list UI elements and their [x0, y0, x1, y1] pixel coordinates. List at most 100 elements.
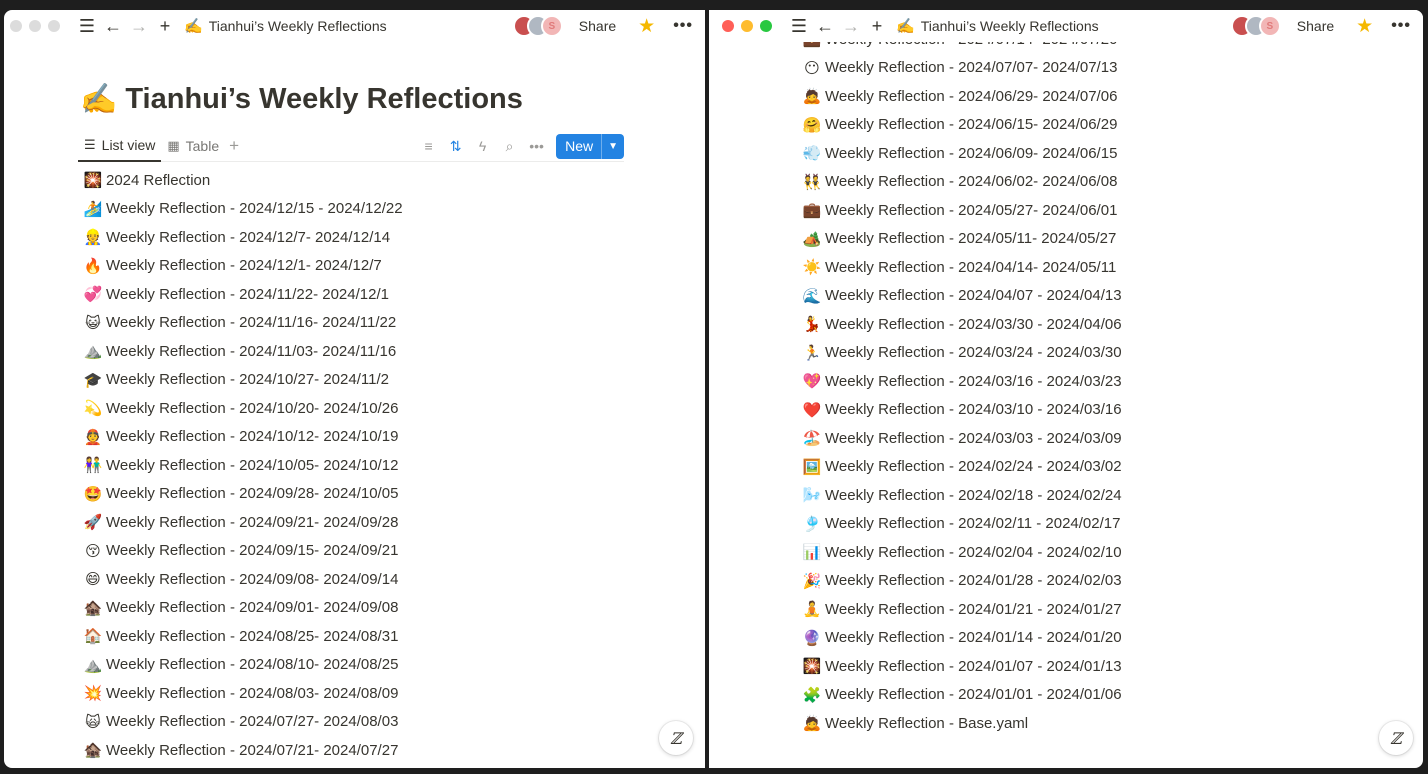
list-item-title: Weekly Reflection - 2024/09/15- 2024/09/…	[106, 542, 399, 560]
list-item[interactable]: 🏕️ Weekly Reflection - 2024/05/11- 2024/0…	[800, 225, 1122, 254]
list-item[interactable]: 🏃 Weekly Reflection - 2024/03/24 - 2024/0…	[800, 339, 1122, 368]
favorite-star-icon[interactable]: ★	[1356, 15, 1373, 38]
page-title-emoji-icon[interactable]: ✍️	[80, 82, 117, 117]
minimize-window-button[interactable]	[29, 20, 41, 32]
add-view-plus-icon[interactable]: +	[229, 136, 239, 156]
list-item[interactable]: 🔥 Weekly Reflection - 2024/12/1- 2024/12/…	[81, 252, 403, 281]
list-item[interactable]: 😺 Weekly Reflection - 2024/11/16- 2024/11…	[81, 309, 403, 338]
list-item[interactable]: 💞 Weekly Reflection - 2024/11/22- 2024/12…	[81, 280, 403, 309]
list-item-title: Weekly Reflection - 2024/09/08- 2024/09/…	[106, 570, 399, 588]
help-button[interactable]: ℤ	[1379, 721, 1413, 755]
page-title[interactable]: ✍️ Tianhui’s Weekly Reflections	[80, 82, 523, 117]
back-arrow-icon[interactable]: ←	[812, 13, 838, 39]
sidebar-menu-icon[interactable]: ☰	[786, 13, 812, 39]
list-item[interactable]: 🎉 Weekly Reflection - 2024/01/28 - 2024/0…	[800, 567, 1122, 596]
sort-icon[interactable]: ⇅	[442, 138, 469, 155]
collaborator-avatars[interactable]: S	[1230, 15, 1281, 37]
new-button[interactable]: New ▼	[556, 133, 624, 159]
sidebar-menu-icon[interactable]: ☰	[74, 13, 100, 39]
list-item-title: Weekly Reflection - 2024/01/01 - 2024/01…	[825, 686, 1122, 704]
list-item[interactable]: 🧘 Weekly Reflection - 2024/01/21 - 2024/0…	[800, 595, 1122, 624]
minimize-window-button[interactable]	[741, 20, 753, 32]
zoom-window-button[interactable]	[760, 20, 772, 32]
chevron-down-icon[interactable]: ▼	[601, 133, 624, 159]
page-icon: 😄	[85, 571, 101, 589]
list-item[interactable]: 🚀 Weekly Reflection - 2024/09/21- 2024/09…	[81, 508, 403, 537]
list-item[interactable]: 😄 Weekly Reflection - 2024/09/08- 2024/09…	[81, 565, 403, 594]
list-item[interactable]: 🔮 Weekly Reflection - 2024/01/14 - 2024/0…	[800, 624, 1122, 653]
list-item[interactable]: 😚 Weekly Reflection - 2024/09/15- 2024/09…	[81, 537, 403, 566]
list-item[interactable]: 😶 Weekly Reflection - 2024/07/07- 2024/07…	[800, 54, 1122, 83]
tab-table[interactable]: ▦ Table	[161, 131, 225, 162]
breadcrumb[interactable]: ✍️ Tianhui’s Weekly Reflections	[184, 17, 387, 35]
list-item[interactable]: ❤️ Weekly Reflection - 2024/03/10 - 2024/…	[800, 396, 1122, 425]
list-item[interactable]: 🌊 Weekly Reflection - 2024/04/07 - 2024/0…	[800, 282, 1122, 311]
list-item[interactable]: 👯 Weekly Reflection - 2024/06/02- 2024/06…	[800, 168, 1122, 197]
list-item[interactable]: 🎓 Weekly Reflection - 2024/10/27- 2024/11…	[81, 366, 403, 395]
list-item[interactable]: 🤩 Weekly Reflection - 2024/09/28- 2024/10…	[81, 480, 403, 509]
list-item-title: Weekly Reflection - 2024/05/11- 2024/05/…	[825, 230, 1117, 248]
close-window-button[interactable]	[722, 20, 734, 32]
list-item[interactable]: 💫 Weekly Reflection - 2024/10/20- 2024/10…	[81, 394, 403, 423]
list-item[interactable]: 🏠 Weekly Reflection - 2024/08/25- 2024/08…	[81, 622, 403, 651]
list-item[interactable]: 🏖️ Weekly Reflection - 2024/03/03 - 2024/…	[800, 424, 1122, 453]
list-item[interactable]: 💖 Weekly Reflection - 2024/03/16 - 2024/0…	[800, 367, 1122, 396]
list-item[interactable]: 👲 Weekly Reflection - 2024/10/12- 2024/10…	[81, 423, 403, 452]
page-icon: 🏃	[802, 344, 822, 362]
list-item[interactable]: 👷 Weekly Reflection - 2024/12/7- 2024/12/…	[81, 223, 403, 252]
list-item[interactable]: 💼 Weekly Reflection - 2024/05/27- 2024/06…	[800, 196, 1122, 225]
list-item[interactable]: 🎐 Weekly Reflection - 2024/02/11 - 2024/0…	[800, 510, 1122, 539]
list-item[interactable]: 🧩 Weekly Reflection - 2024/01/01 - 2024/0…	[800, 681, 1122, 710]
list-item[interactable]: 🙇 Weekly Reflection - 2024/06/29- 2024/07…	[800, 82, 1122, 111]
list-item[interactable]: 💃 Weekly Reflection - 2024/03/30 - 2024/0…	[800, 310, 1122, 339]
close-window-button[interactable]	[10, 20, 22, 32]
share-button[interactable]: Share	[579, 18, 616, 34]
list-item[interactable]: ⛰️ Weekly Reflection - 2024/08/10- 2024/0…	[81, 651, 403, 680]
page-title-text[interactable]: Tianhui’s Weekly Reflections	[125, 83, 523, 116]
list-item[interactable]: 🤗 Weekly Reflection - 2024/06/15- 2024/06…	[800, 111, 1122, 140]
view-settings-more-icon[interactable]: •••	[523, 138, 550, 154]
page-icon: 💨	[802, 145, 822, 163]
tab-list-view[interactable]: ☰ List view	[78, 131, 162, 162]
new-page-plus-icon[interactable]: +	[152, 13, 178, 39]
page-emoji-icon: ✍️	[184, 18, 203, 35]
list-item[interactable]: 🏄 Weekly Reflection - 2024/12/15 - 2024/1…	[81, 195, 403, 224]
list-item[interactable]: 💨 Weekly Reflection - 2024/06/09- 2024/06…	[800, 139, 1122, 168]
list-item[interactable]: ⛰️ Weekly Reflection - 2024/11/03- 2024/1…	[81, 337, 403, 366]
help-button[interactable]: ℤ	[659, 721, 693, 755]
list-item[interactable]: 🏚️ Weekly Reflection - 2024/09/01- 2024/0…	[81, 594, 403, 623]
breadcrumb[interactable]: ✍️ Tianhui’s Weekly Reflections	[896, 17, 1099, 35]
filter-icon[interactable]: ≡	[415, 138, 442, 154]
automation-lightning-icon[interactable]: ϟ	[469, 138, 496, 154]
more-options-icon[interactable]: •••	[673, 17, 693, 35]
more-options-icon[interactable]: •••	[1391, 17, 1411, 35]
page-icon: 🤩	[83, 485, 103, 503]
favorite-star-icon[interactable]: ★	[638, 15, 655, 38]
search-icon[interactable]: ⌕	[496, 138, 523, 155]
avatar[interactable]: S	[1258, 15, 1281, 37]
list-item-title: Weekly Reflection - 2024/01/28 - 2024/02…	[825, 572, 1122, 590]
list-item-title: Weekly Reflection - 2024/01/07 - 2024/01…	[825, 657, 1122, 675]
new-page-plus-icon[interactable]: +	[864, 13, 890, 39]
forward-arrow-icon[interactable]: →	[838, 13, 864, 39]
list-item[interactable]: 👫 Weekly Reflection - 2024/10/05- 2024/10…	[81, 451, 403, 480]
page-icon: 🎉	[802, 572, 822, 590]
list-item[interactable]: 🌬️ Weekly Reflection - 2024/02/18 - 2024/…	[800, 481, 1122, 510]
list-item[interactable]: 💥 Weekly Reflection - 2024/08/03- 2024/08…	[81, 679, 403, 708]
list-item[interactable]: 🙇 Weekly Reflection - Base.yaml	[800, 709, 1122, 738]
list-item[interactable]: 🎇 2024 Reflection	[81, 166, 403, 195]
list-item[interactable]: ☀️ Weekly Reflection - 2024/04/14- 2024/0…	[800, 253, 1122, 282]
page-icon: 💫	[83, 400, 103, 418]
avatar[interactable]: S	[540, 15, 563, 37]
collaborator-avatars[interactable]: S	[512, 15, 563, 37]
back-arrow-icon[interactable]: ←	[100, 13, 126, 39]
list-item[interactable]: 📊 Weekly Reflection - 2024/02/04 - 2024/0…	[800, 538, 1122, 567]
forward-arrow-icon[interactable]: →	[126, 13, 152, 39]
list-item[interactable]: 🙀 Weekly Reflection - 2024/07/27- 2024/08…	[81, 708, 403, 737]
page-icon: 🎓	[83, 371, 103, 389]
list-item[interactable]: 🎇 Weekly Reflection - 2024/01/07 - 2024/0…	[800, 652, 1122, 681]
share-button[interactable]: Share	[1297, 18, 1334, 34]
zoom-window-button[interactable]	[48, 20, 60, 32]
list-item[interactable]: 🏚️ Weekly Reflection - 2024/07/21- 2024/0…	[81, 736, 403, 765]
list-item[interactable]: 🖼️ Weekly Reflection - 2024/02/24 - 2024/…	[800, 453, 1122, 482]
